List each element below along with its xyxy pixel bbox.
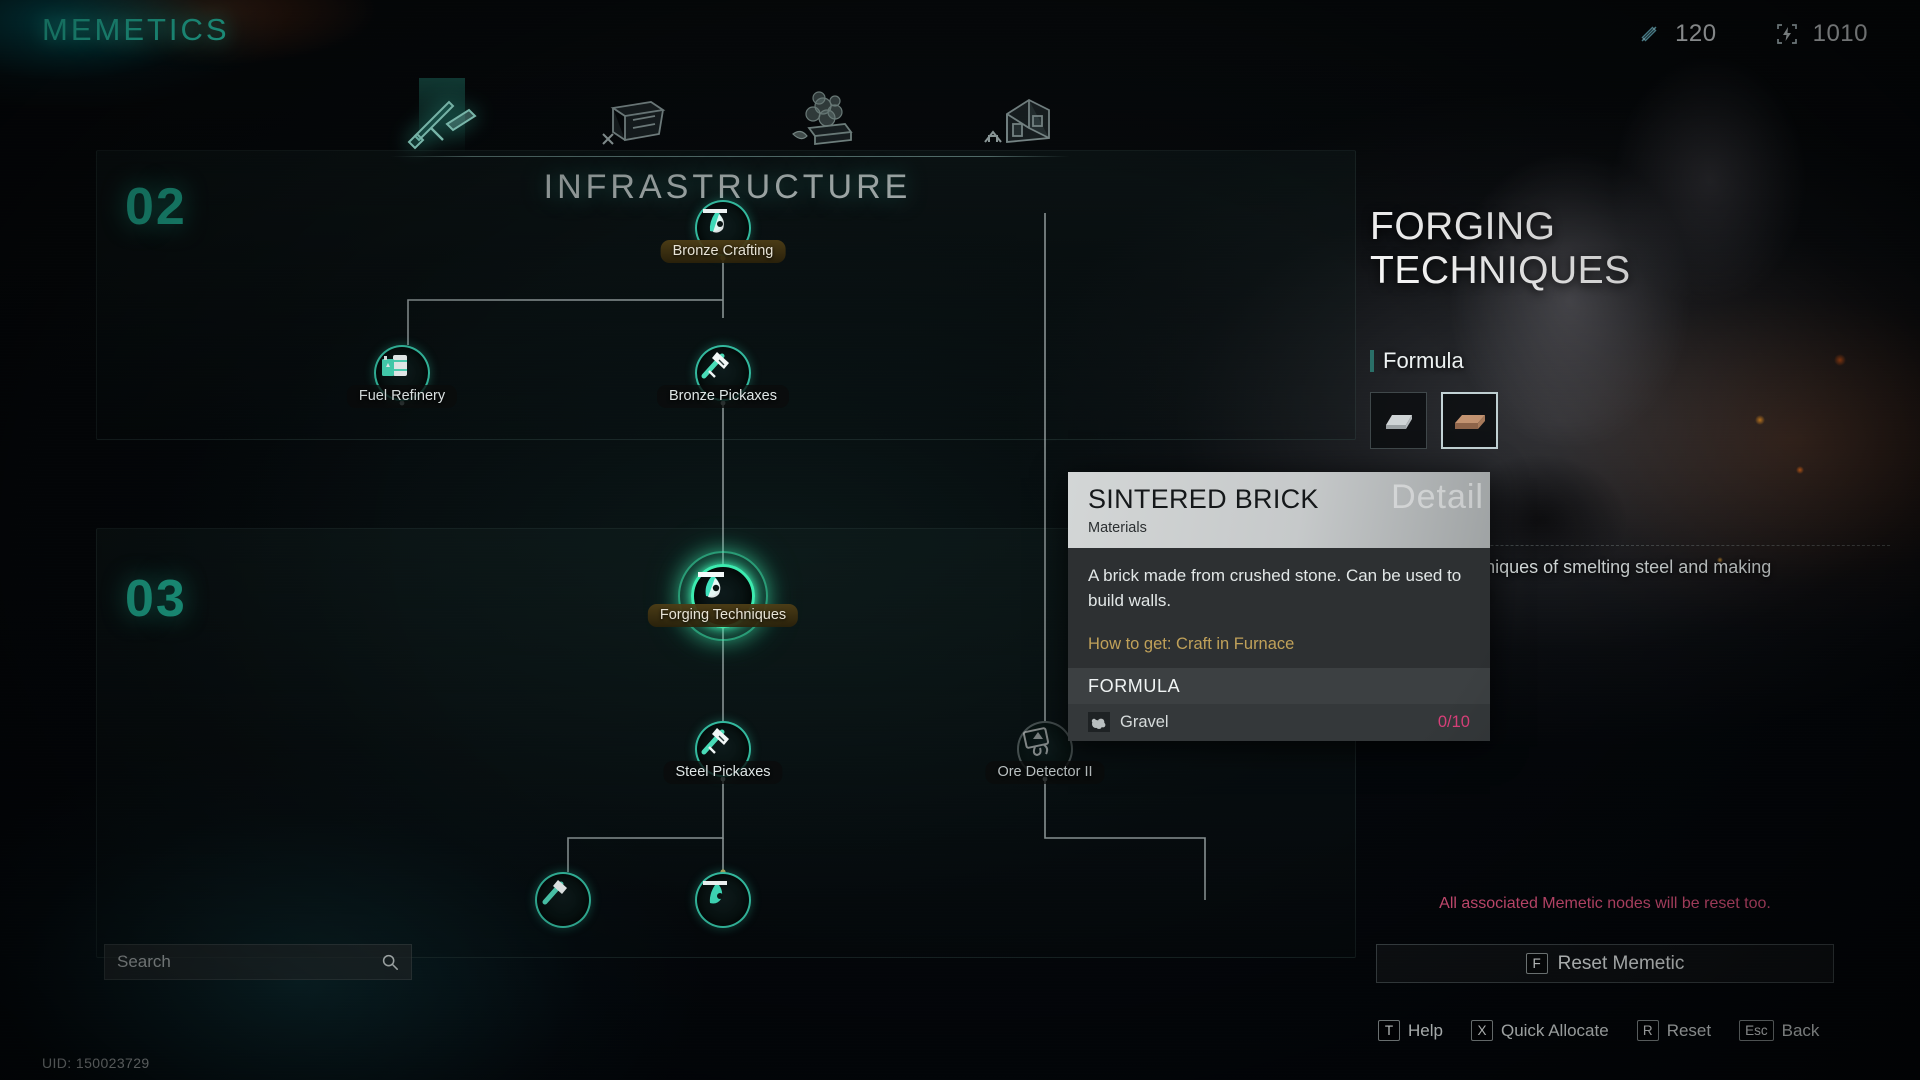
tree-node-bottom-mid[interactable] [695,872,751,928]
weapons-tab-icon [407,100,477,150]
currency-bar: 120 1010 [1637,20,1868,48]
chisel-icon [542,880,567,905]
item-tooltip: Detail SINTERED BRICK Materials A brick … [1068,472,1490,742]
hint-label: Help [1408,1020,1443,1040]
reset-memetic-label: Reset Memetic [1557,952,1685,974]
tooltip-title: SINTERED BRICK [1088,484,1319,514]
tab-farming[interactable] [774,76,878,154]
key-hint: F [1525,953,1548,974]
formula-slot-list [1370,392,1890,450]
tooltip-how-to-get: How to get: Craft in Furnace [1088,635,1295,654]
ore-detector-icon [1022,727,1050,757]
sintered-brick-icon [1454,414,1485,429]
hint-label: Back [1781,1020,1820,1040]
tooltip-category: Materials [1088,520,1147,536]
footer-hints: T Help X Quick Allocate R Reset Esc Back [1378,1020,1819,1041]
key-hint: T [1378,1020,1400,1041]
tooltip-description: A brick made from crushed stone. Can be … [1088,566,1462,610]
key-hint: X [1470,1020,1493,1041]
tree-node-forging-techniques[interactable]: Forging Techniques [647,564,799,628]
detail-title: FORGING TECHNIQUES [1370,205,1631,292]
tooltip-formula-header: FORMULA [1068,668,1490,705]
steel-ingot-icon [1385,414,1412,429]
formula-slot-steel-ingot[interactable] [1370,392,1427,450]
node-label: Fuel Refinery [346,385,458,408]
reset-memetic-button[interactable]: F Reset Memetic [1376,944,1834,983]
tree-node-bronze-crafting[interactable]: Bronze Crafting [660,200,786,263]
node-label: Forging Techniques [647,604,799,627]
node-label: Bronze Pickaxes [657,385,789,408]
hint-back[interactable]: Esc Back [1739,1020,1819,1041]
hint-label: Quick Allocate [1500,1020,1609,1040]
node-label: Bronze Crafting [660,240,786,263]
tooltip-material-row: Gravel 0/10 [1068,704,1490,742]
formula-section-header: Formula [1370,348,1890,374]
node-label: Ore Detector II [985,761,1105,784]
search-icon[interactable] [381,953,399,971]
tree-node-steel-pickaxes[interactable]: Steel Pickaxes [663,721,783,784]
tier-number: 02 [125,178,187,236]
currency-value: 1010 [1812,20,1868,47]
hint-help[interactable]: T Help [1378,1020,1443,1041]
accent-bar [1370,350,1374,373]
tab-building[interactable] [966,76,1070,154]
tree-node-bronze-pickaxes[interactable]: Bronze Pickaxes [657,345,789,408]
building-tab-icon [984,98,1050,143]
reset-warning-text: All associated Memetic nodes will be res… [1439,895,1771,912]
search-box[interactable] [104,944,412,980]
energy-cell-icon [1776,24,1797,44]
tree-node-fuel-refinery[interactable]: Fuel Refinery [346,345,458,408]
key-hint: R [1636,1020,1659,1041]
anvil-icon [703,209,727,233]
fuel-barrel-icon [382,355,407,376]
tab-crafting[interactable] [582,76,686,154]
category-tabs [390,70,1070,154]
memetic-shard-icon [1641,26,1657,42]
farming-tab-icon [792,91,853,146]
formula-slot-sintered-brick[interactable] [1441,392,1498,450]
key-hint: Esc [1739,1020,1774,1041]
hint-quick-allocate[interactable]: X Quick Allocate [1470,1020,1609,1041]
anvil-icon [698,572,724,598]
pickaxe-icon [701,352,729,379]
uid-text: UID: 150023729 [42,1055,150,1071]
hint-label: Reset [1666,1020,1712,1040]
tree-node-ore-detector-2[interactable]: Ore Detector II [985,721,1105,784]
tree-node-bottom-left[interactable] [535,872,591,928]
tier-number: 03 [125,570,187,628]
tab-weapons[interactable] [390,76,494,154]
page-title: MEMETICS [42,12,230,47]
tooltip-material-count: 0/10 [1437,712,1470,731]
currency-value: 120 [1675,20,1717,47]
node-ring [695,872,751,928]
tooltip-material-name: Gravel [1120,712,1169,731]
currency-energy-cell: 1010 [1775,20,1868,48]
node-label: Steel Pickaxes [663,761,783,784]
search-input[interactable] [117,952,381,972]
formula-label: Formula [1383,348,1464,374]
workbench-tab-icon [602,101,666,145]
anvil-icon [703,881,727,904]
detail-panel: FORGING TECHNIQUES Formula [1370,205,1890,450]
tooltip-body: A brick made from crushed stone. Can be … [1068,548,1490,669]
node-ring [535,872,591,928]
currency-memetic-shard: 120 [1637,20,1717,48]
pickaxe-icon [701,728,729,755]
hint-reset[interactable]: R Reset [1636,1020,1712,1041]
gravel-icon [1088,712,1110,733]
tooltip-header: Detail SINTERED BRICK Materials [1068,472,1490,548]
